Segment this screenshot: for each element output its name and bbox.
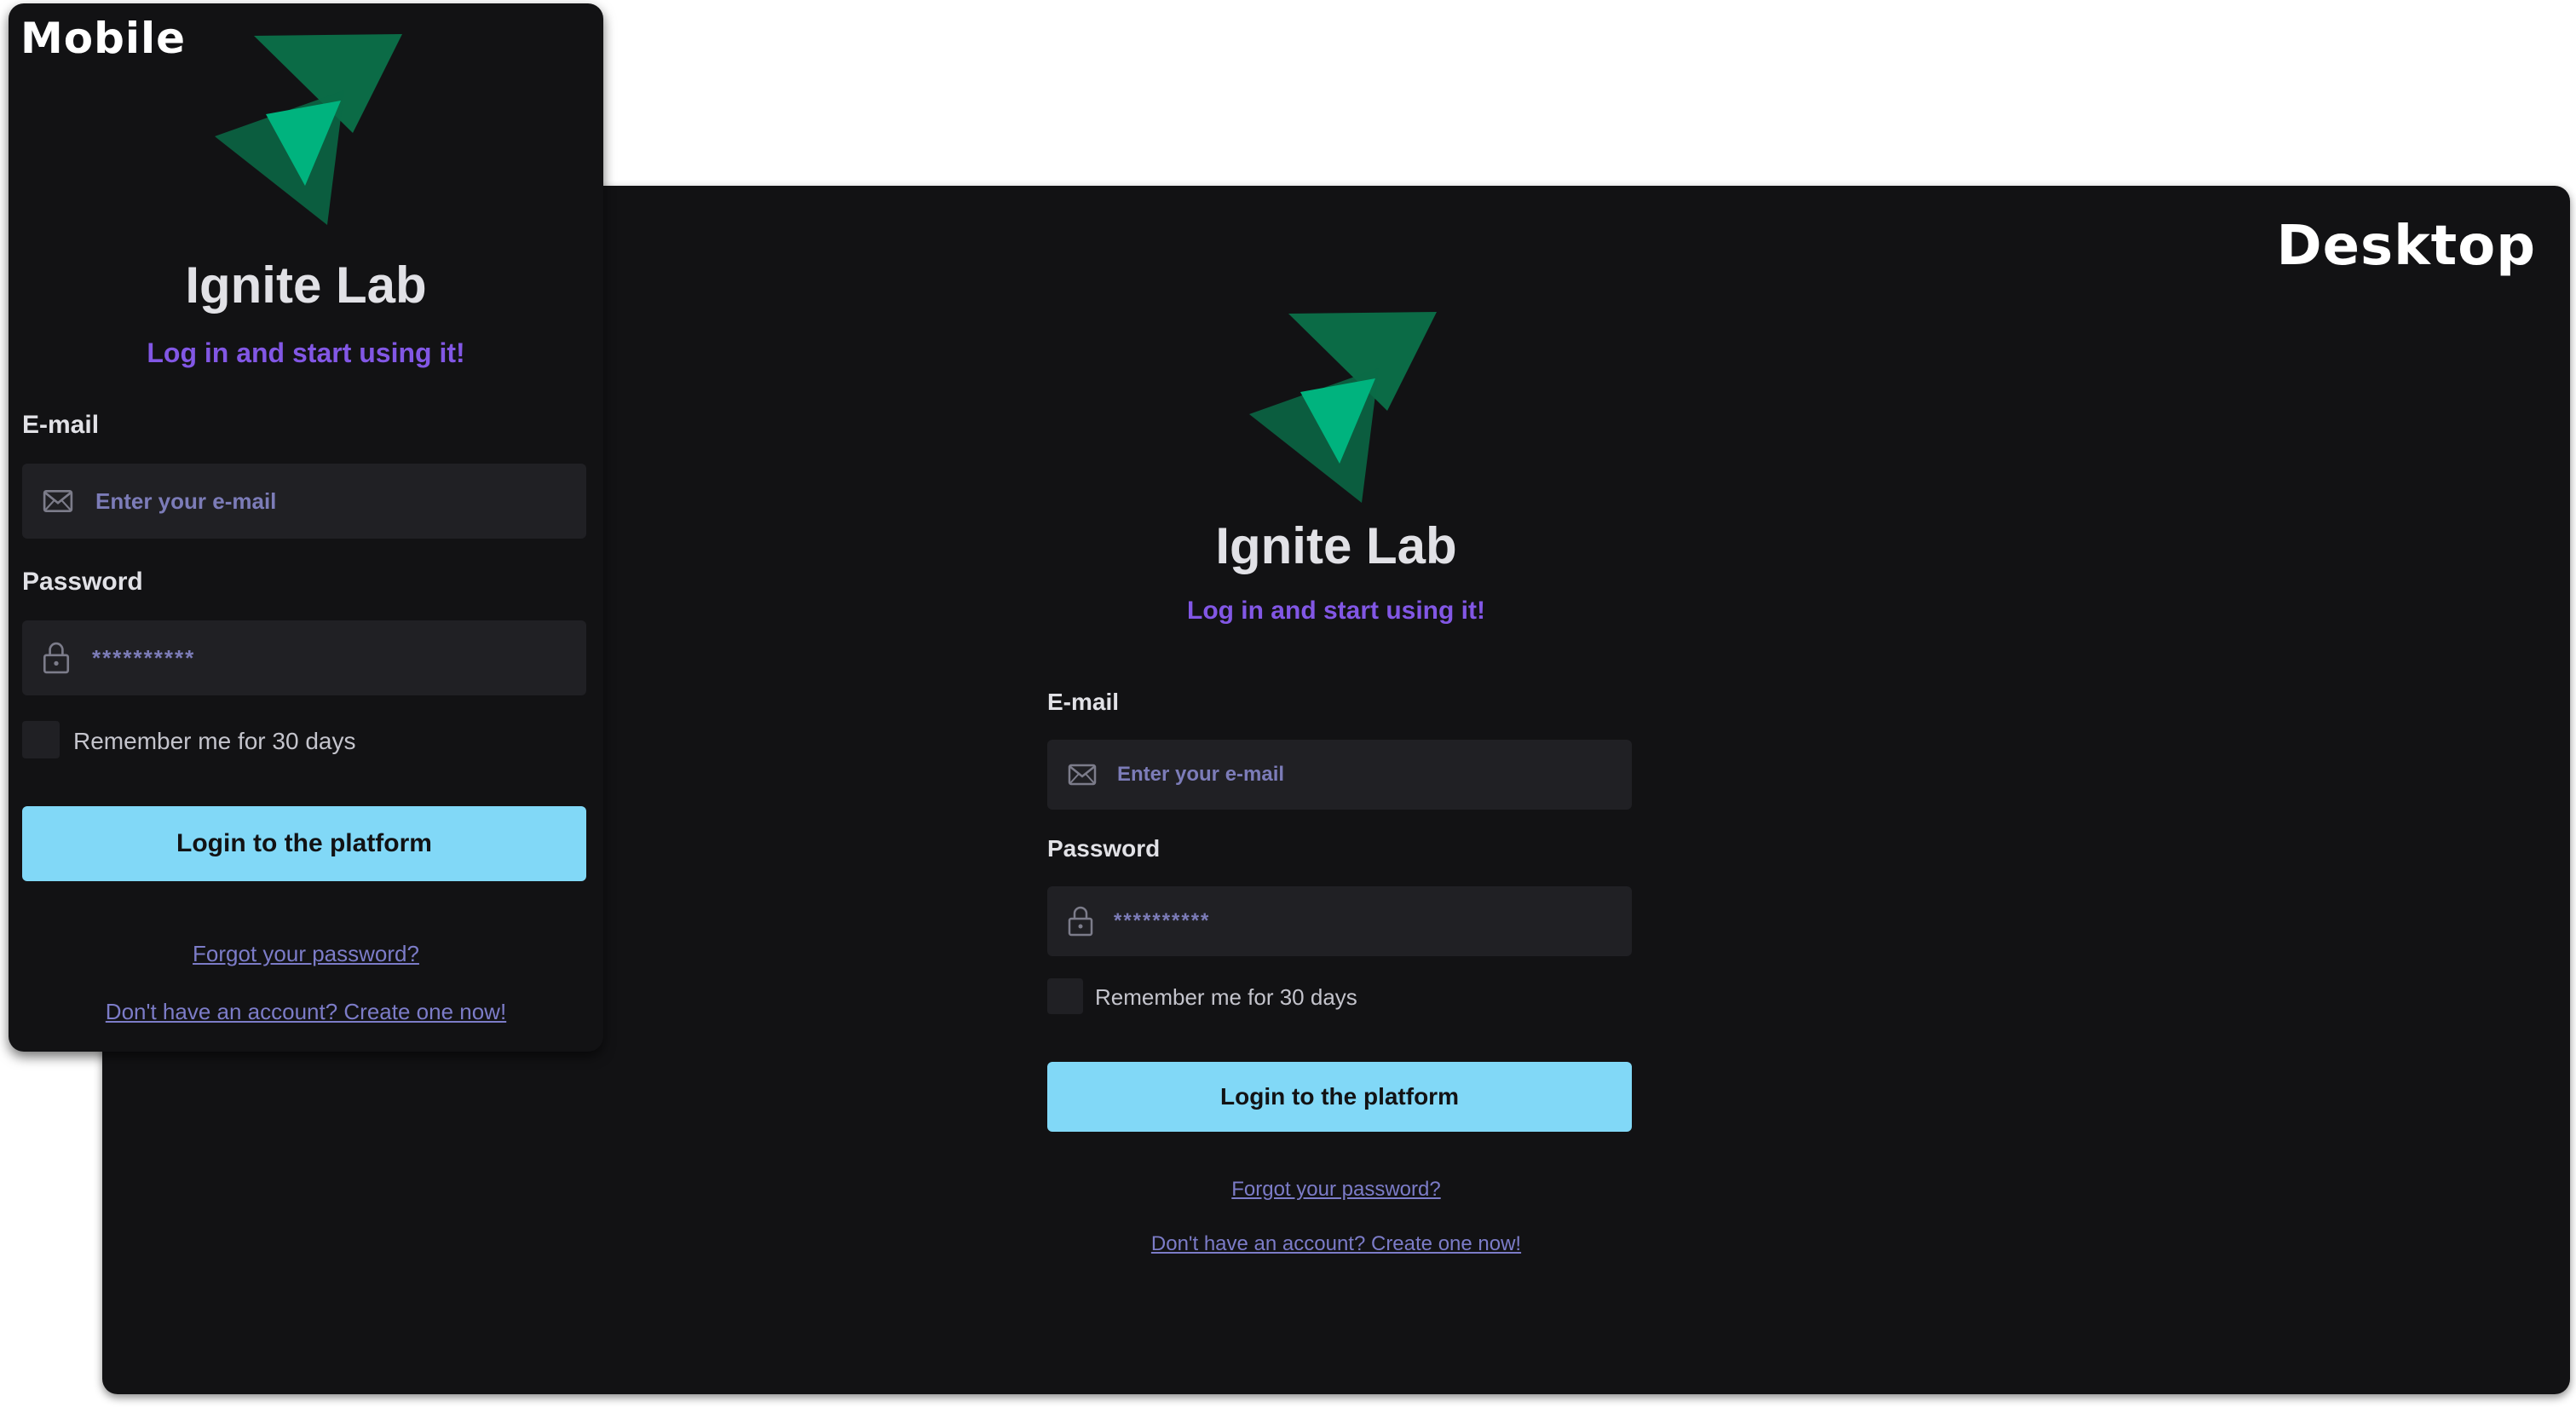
- email-placeholder: Enter your e-mail: [1117, 763, 1285, 786]
- page-title: Ignite Lab: [185, 257, 427, 314]
- envelope-icon: [1068, 764, 1097, 786]
- remember-checkbox[interactable]: [1047, 978, 1083, 1014]
- page-subtitle: Log in and start using it!: [147, 337, 465, 368]
- ignite-lab-logo-icon: [215, 34, 402, 225]
- email-placeholder: Enter your e-mail: [95, 487, 277, 514]
- login-button[interactable]: Login to the platform: [1047, 1062, 1632, 1132]
- remember-label: Remember me for 30 days: [73, 728, 356, 754]
- lock-icon: [43, 642, 70, 674]
- remember-checkbox[interactable]: [22, 721, 60, 758]
- password-field[interactable]: **********: [22, 620, 586, 695]
- email-field[interactable]: Enter your e-mail: [22, 464, 586, 539]
- email-label: E-mail: [1047, 689, 1120, 715]
- lock-icon: [1068, 906, 1093, 937]
- password-value: **********: [92, 644, 196, 671]
- frame-label-mobile: Mobile: [20, 14, 187, 63]
- login-button[interactable]: Login to the platform: [22, 806, 586, 881]
- forgot-password-link[interactable]: Forgot your password?: [102, 1178, 2570, 1202]
- envelope-icon: [43, 490, 73, 512]
- forgot-password-link[interactable]: Forgot your password?: [9, 941, 603, 967]
- password-value: **********: [1114, 909, 1211, 932]
- ignite-lab-logo-icon: [1249, 312, 1437, 503]
- create-account-link[interactable]: Don't have an account? Create one now!: [102, 1232, 2570, 1256]
- remember-label: Remember me for 30 days: [1095, 984, 1357, 1010]
- password-label: Password: [1047, 835, 1161, 862]
- password-field[interactable]: **********: [1047, 886, 1632, 956]
- frame-label-desktop: Desktop: [2276, 215, 2536, 278]
- password-label: Password: [22, 568, 143, 596]
- create-account-link[interactable]: Don't have an account? Create one now!: [9, 999, 603, 1025]
- email-field[interactable]: Enter your e-mail: [1047, 740, 1632, 810]
- mobile-frame: Mobile Ignite Lab Log in and start using…: [9, 3, 603, 1052]
- email-label: E-mail: [22, 411, 100, 439]
